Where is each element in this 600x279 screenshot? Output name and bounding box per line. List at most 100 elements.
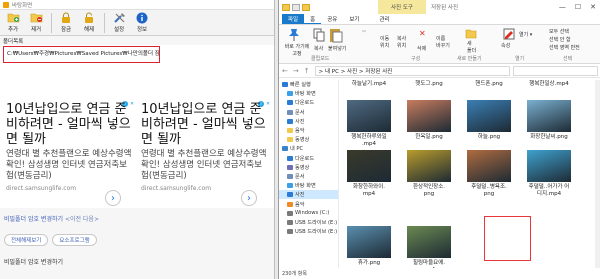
nav-item[interactable]: USB 드라이브 (E:) bbox=[279, 227, 338, 236]
file-item-label[interactable]: 하늘.png bbox=[466, 134, 512, 141]
vertical-scrollbar[interactable] bbox=[595, 80, 600, 268]
move-to-button[interactable]: 이동 위치 bbox=[380, 35, 389, 49]
file-item-label[interactable]: 휴가.png bbox=[346, 260, 392, 267]
file-item-label[interactable]: 핸드폰.png bbox=[466, 81, 512, 88]
file-thumbnail[interactable] bbox=[467, 150, 511, 182]
maximize-icon[interactable]: ☐ bbox=[575, 3, 581, 11]
change-password-link[interactable]: 비밀폴더 암호 변경하기 bbox=[4, 216, 63, 223]
nav-item[interactable]: 바탕 화면 bbox=[279, 181, 338, 190]
nav-item[interactable]: 내 PC bbox=[279, 144, 338, 153]
file-thumbnail[interactable] bbox=[467, 100, 511, 132]
tab-home[interactable]: 홈 bbox=[304, 14, 322, 24]
nav-item[interactable]: 사진 bbox=[279, 117, 338, 126]
add-button[interactable]: 추가 bbox=[3, 11, 23, 33]
ad-arrow-right-icon[interactable]: › bbox=[241, 190, 257, 206]
cut-link[interactable]: ✂ bbox=[362, 29, 366, 35]
new-folder-button[interactable]: 새 폴더 bbox=[467, 40, 476, 54]
nav-item-icon bbox=[287, 219, 293, 225]
nav-item[interactable]: 동영상 bbox=[279, 163, 338, 172]
file-thumbnail[interactable] bbox=[527, 150, 571, 182]
ad-arrow-left-icon[interactable]: › bbox=[105, 190, 121, 206]
ad-card-right[interactable]: 10년납입으로 연금 준비하려면 - 얼마씩 넣으면 될까 연령대 별 추천플랜… bbox=[141, 102, 269, 192]
file-item-label[interactable]: 화창한하와이. mp4 bbox=[346, 184, 392, 197]
nav-item[interactable]: 다운로드 bbox=[279, 98, 338, 107]
delete-icon[interactable]: ✕ bbox=[419, 29, 426, 38]
lock-button[interactable]: 잠금 bbox=[56, 11, 76, 33]
ad-headline: 10년납입으로 연금 준비하려면 - 얼마씩 넣으면 될까 bbox=[141, 102, 266, 147]
ad-banner[interactable]: i ✕ 10년납입으로 연금 준비하려면 - 얼마씩 넣으면 될까 연령대 별 … bbox=[0, 100, 274, 208]
properties-icon[interactable] bbox=[503, 28, 515, 40]
file-item-label[interactable]: 하늘날기.mp4 bbox=[346, 81, 392, 88]
select-none-button[interactable]: 선택 안 함 bbox=[549, 36, 571, 43]
tab-share[interactable]: 공유 bbox=[321, 14, 343, 24]
program-button[interactable]: 요소프로그램 bbox=[52, 234, 97, 246]
unlock-button[interactable]: 해제 bbox=[79, 11, 99, 33]
back-icon[interactable]: ← bbox=[282, 67, 288, 75]
nav-item[interactable]: 동영상 bbox=[279, 135, 338, 144]
file-item-label[interactable]: 행복한일상.mp4 bbox=[526, 81, 572, 88]
invert-selection-button[interactable]: 선택 영역 반전 bbox=[549, 44, 580, 51]
nav-item[interactable]: 음악 bbox=[279, 199, 338, 208]
file-thumbnail[interactable] bbox=[527, 100, 571, 132]
nav-item-label: 동영상 bbox=[295, 164, 310, 171]
forward-icon[interactable]: → bbox=[293, 67, 299, 75]
address-bar[interactable]: > 내 PC > 사진 > 저장된 사진 bbox=[314, 65, 510, 76]
bottom-link[interactable]: 비밀폴더 암호 변경하기 bbox=[4, 257, 63, 266]
nav-item[interactable]: 문서 bbox=[279, 108, 338, 117]
tab-manage[interactable]: 관리 bbox=[373, 14, 395, 24]
remove-button[interactable]: 제거 bbox=[26, 11, 46, 33]
folder-path-row[interactable]: C:₩Users₩주경₩Pictures₩Saved Pictures₩나만의폴… bbox=[3, 46, 160, 63]
nav-item[interactable]: USB 드라이브 (E:) bbox=[279, 218, 338, 227]
minimize-icon[interactable]: — bbox=[559, 3, 566, 11]
unlock-all-button[interactable]: 전체해제보기 bbox=[4, 234, 49, 246]
file-thumbnail[interactable] bbox=[407, 150, 451, 182]
file-item-label[interactable]: 환상적인장소. png bbox=[406, 184, 452, 197]
file-item-label[interactable]: 햇도그.png bbox=[406, 81, 452, 88]
file-item-label[interactable]: 후덜덜..어가가 어 디지.mp4 bbox=[526, 184, 572, 197]
file-thumbnail[interactable] bbox=[347, 150, 391, 182]
prev-next-link[interactable]: <이전 다음> bbox=[65, 216, 99, 223]
paste-icon[interactable] bbox=[329, 27, 343, 43]
file-item-label[interactable]: 힐링마을요에. mp4 bbox=[406, 260, 452, 268]
file-item-label[interactable]: 한옥일.png bbox=[406, 134, 452, 141]
settings-button[interactable]: 설정 bbox=[109, 11, 129, 33]
copy-icon[interactable] bbox=[313, 28, 325, 42]
nav-item[interactable]: 사진 bbox=[279, 190, 338, 200]
select-all-button[interactable]: 모두 선택 bbox=[549, 28, 569, 35]
nav-item[interactable]: 문서 bbox=[279, 172, 338, 181]
info-button[interactable]: 정보 bbox=[132, 11, 152, 33]
rename-button[interactable]: 이름 바꾸기 bbox=[436, 35, 450, 49]
delete-button[interactable]: 삭제 bbox=[417, 45, 426, 52]
copy-button[interactable]: 복사 bbox=[314, 45, 323, 52]
file-thumbnail[interactable] bbox=[347, 100, 391, 132]
file-thumbnail[interactable] bbox=[407, 100, 451, 132]
file-item-label[interactable]: 후덜덜..병욕조. png bbox=[466, 184, 512, 197]
file-thumbnail[interactable] bbox=[407, 226, 451, 258]
search-input[interactable] bbox=[513, 66, 598, 76]
new-folder-icon[interactable] bbox=[465, 27, 477, 39]
file-item-label[interactable]: 화장한날씨.png bbox=[526, 134, 572, 141]
new-folder-quick-icon[interactable] bbox=[302, 3, 310, 11]
nav-item[interactable]: Windows (C:) bbox=[279, 209, 338, 218]
tab-view[interactable]: 보기 bbox=[343, 14, 365, 24]
open-button[interactable]: 열기 ▾ bbox=[519, 31, 532, 38]
quick-access-icon[interactable] bbox=[292, 3, 300, 11]
nav-item[interactable]: 음악 bbox=[279, 126, 338, 135]
nav-item[interactable]: 다운로드 bbox=[279, 154, 338, 163]
nav-item[interactable]: 바탕 화면 bbox=[279, 89, 338, 98]
pin-icon[interactable] bbox=[287, 28, 301, 42]
file-item-label[interactable]: 행복한하루와일 .mp4 bbox=[346, 134, 392, 147]
copy-to-button[interactable]: 복사 위치 bbox=[397, 35, 406, 49]
unlock-label: 해제 bbox=[83, 27, 95, 33]
close-icon[interactable]: ✕ bbox=[590, 3, 596, 11]
picture-tools-tab[interactable]: 사진 도구 bbox=[378, 0, 426, 14]
paste-button[interactable]: 붙여넣기 bbox=[328, 45, 346, 52]
file-thumbnail[interactable] bbox=[347, 226, 391, 258]
nav-item[interactable]: 빠른 실행 bbox=[279, 80, 338, 89]
properties-button[interactable]: 속성 bbox=[501, 42, 510, 49]
ad-card-left[interactable]: 10년납입으로 연금 준비하려면 - 얼마씩 넣으면 될까 연령대 별 추천플랜… bbox=[6, 102, 134, 192]
up-icon[interactable]: ↑ bbox=[304, 67, 310, 75]
tab-file[interactable]: 파일 bbox=[282, 14, 305, 24]
nav-item-icon bbox=[287, 128, 293, 134]
pin-button[interactable]: 바로 가기에 고정 bbox=[283, 43, 311, 57]
